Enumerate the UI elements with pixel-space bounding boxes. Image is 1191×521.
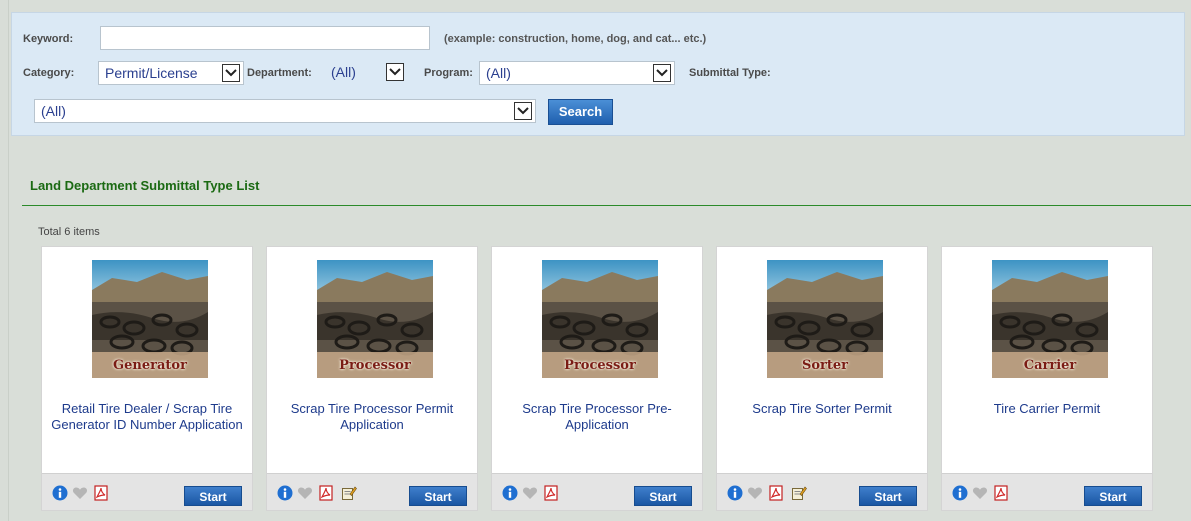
card-footer: Start — [42, 473, 252, 510]
card-image[interactable]: Processor — [317, 260, 433, 378]
total-items: Total 6 items — [38, 226, 100, 238]
section-divider — [22, 205, 1191, 206]
submittal-card[interactable]: Processor Scrap Tire Processor Permit App… — [266, 246, 478, 511]
program-value: (All) — [486, 65, 511, 81]
pdf-icon[interactable] — [93, 485, 109, 501]
keyword-hint: (example: construction, home, dog, and c… — [444, 33, 707, 45]
submittal-card[interactable]: Sorter Scrap Tire Sorter Permit Start — [716, 246, 928, 511]
program-label: Program: — [424, 67, 473, 79]
chevron-down-icon — [222, 64, 240, 82]
favorite-heart-icon[interactable] — [72, 485, 88, 501]
favorite-heart-icon[interactable] — [522, 485, 538, 501]
submittal-card[interactable]: Processor Scrap Tire Processor Pre-Applic… — [491, 246, 703, 511]
keyword-label: Keyword: — [23, 33, 74, 45]
keyword-input[interactable] — [100, 26, 430, 50]
program-select[interactable]: (All) — [479, 61, 675, 85]
edit-form-icon[interactable] — [791, 485, 807, 501]
card-footer: Start — [492, 473, 702, 510]
card-image[interactable]: Carrier — [992, 260, 1108, 378]
category-value: Permit/License — [105, 65, 198, 81]
chevron-down-icon — [386, 63, 404, 81]
card-image-caption: Processor — [564, 358, 636, 373]
info-icon[interactable] — [727, 485, 743, 501]
card-title-link[interactable]: Retail Tire Dealer / Scrap Tire Generato… — [50, 401, 244, 433]
favorite-heart-icon[interactable] — [297, 485, 313, 501]
start-button[interactable]: Start — [184, 486, 242, 506]
card-title-link[interactable]: Scrap Tire Sorter Permit — [725, 401, 919, 417]
pdf-icon[interactable] — [543, 485, 559, 501]
submittal-type-label: Submittal Type: — [689, 67, 771, 79]
department-value: (All) — [331, 64, 356, 80]
chevron-down-icon — [653, 64, 671, 82]
start-button[interactable]: Start — [634, 486, 692, 506]
pdf-icon[interactable] — [318, 485, 334, 501]
info-icon[interactable] — [277, 485, 293, 501]
start-button[interactable]: Start — [859, 486, 917, 506]
submittal-card[interactable]: Carrier Tire Carrier Permit Start — [941, 246, 1153, 511]
card-image[interactable]: Sorter — [767, 260, 883, 378]
edit-form-icon[interactable] — [341, 485, 357, 501]
card-title-link[interactable]: Scrap Tire Processor Permit Application — [275, 401, 469, 433]
pdf-icon[interactable] — [993, 485, 1009, 501]
category-select[interactable]: Permit/License — [98, 61, 244, 85]
card-image-caption: Sorter — [801, 358, 849, 373]
card-image[interactable]: Processor — [542, 260, 658, 378]
submittal-card[interactable]: Generator Retail Tire Dealer / Scrap Tire… — [41, 246, 253, 511]
info-icon[interactable] — [952, 485, 968, 501]
start-button[interactable]: Start — [1084, 486, 1142, 506]
department-select[interactable]: (All) — [325, 61, 407, 85]
card-footer: Start — [267, 473, 477, 510]
submittal-type-select[interactable]: (All) — [34, 99, 536, 123]
card-image-caption: Processor — [339, 358, 411, 373]
category-label: Category: — [23, 67, 75, 79]
info-icon[interactable] — [52, 485, 68, 501]
card-footer: Start — [717, 473, 927, 510]
card-title-link[interactable]: Tire Carrier Permit — [950, 401, 1144, 417]
card-image[interactable]: Generator — [92, 260, 208, 378]
card-image-caption: Carrier — [1023, 358, 1077, 373]
card-title-link[interactable]: Scrap Tire Processor Pre-Application — [500, 401, 694, 433]
card-footer: Start — [942, 473, 1152, 510]
card-image-caption: Generator — [113, 358, 187, 373]
favorite-heart-icon[interactable] — [972, 485, 988, 501]
pdf-icon[interactable] — [768, 485, 784, 501]
department-label: Department: — [247, 67, 312, 79]
info-icon[interactable] — [502, 485, 518, 501]
submittal-type-value: (All) — [41, 103, 66, 119]
search-panel: Keyword: (example: construction, home, d… — [11, 12, 1185, 136]
section-title: Land Department Submittal Type List — [30, 178, 260, 193]
chevron-down-icon — [514, 102, 532, 120]
start-button[interactable]: Start — [409, 486, 467, 506]
favorite-heart-icon[interactable] — [747, 485, 763, 501]
search-button[interactable]: Search — [548, 99, 613, 125]
